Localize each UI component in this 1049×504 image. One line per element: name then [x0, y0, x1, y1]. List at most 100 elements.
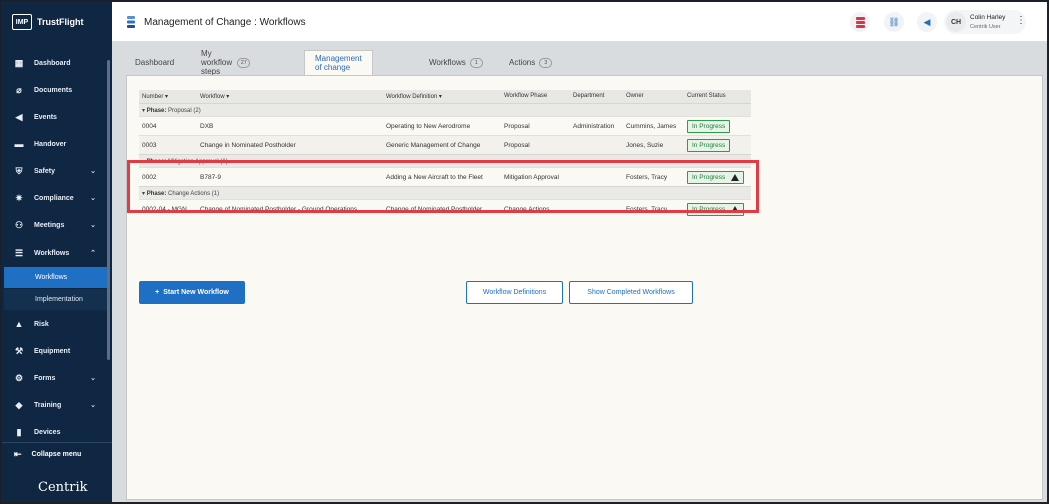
stack-alert-button[interactable] — [850, 12, 870, 32]
sidebar-item-label: Dashboard — [34, 59, 71, 67]
tab-workflows[interactable]: Workflows 1 — [429, 50, 483, 75]
table-row[interactable]: 0003 Change in Nominated Postholder Gene… — [139, 135, 751, 154]
workflow-definitions-button[interactable]: Workflow Definitions — [466, 281, 563, 304]
sidebar-item-label: Training — [34, 401, 62, 409]
column-header-definition[interactable]: Workflow Definition ▾ — [386, 93, 442, 100]
logo-mark: IMP — [12, 14, 32, 30]
sidebar-subitem-workflows[interactable]: Workflows — [4, 267, 107, 288]
column-header-status: Current Status — [687, 93, 726, 99]
sidebar-item-label: Safety — [34, 167, 56, 175]
status-badge: In Progress — [687, 120, 731, 133]
megaphone-icon: ◀ — [923, 16, 931, 27]
sidebar-item-equipment[interactable]: ⚒ Equipment — [2, 340, 108, 362]
sidebar-subitem-implementation[interactable]: Implementation — [4, 289, 107, 310]
user-menu[interactable]: CH Colin Harley Centrik User — [944, 10, 1026, 34]
megaphone-icon: ◀ — [15, 112, 23, 122]
logo-name: TrustFlight — [37, 17, 84, 27]
sidebar-item-forms[interactable]: ⚙ Forms ⌄ — [2, 367, 108, 389]
sidebar-item-dashboard[interactable]: ▦ Dashboard — [2, 52, 108, 74]
chevron-down-icon: ⌄ — [90, 195, 96, 202]
column-header-department: Department — [573, 93, 605, 99]
start-new-workflow-button[interactable]: + Start New Workflow — [139, 281, 245, 304]
sidebar-item-compliance[interactable]: ✷ Compliance ⌄ — [2, 187, 108, 209]
link-icon: ⛓ — [888, 16, 900, 27]
tab-count-badge: 27 — [237, 57, 251, 68]
chevron-down-icon: ⌄ — [90, 375, 96, 382]
sidebar-item-risk[interactable]: ▲ Risk — [2, 313, 108, 335]
meetings-icon: ⚇ — [14, 220, 24, 230]
paperclip-icon: ⌀ — [16, 85, 22, 95]
more-options-icon[interactable]: ⋮ — [1016, 15, 1026, 26]
sidebar-item-devices[interactable]: ▮ Devices — [2, 421, 108, 443]
column-header-phase: Workflow Phase — [504, 93, 548, 99]
workflows-icon — [127, 16, 135, 28]
stack-icon — [855, 16, 865, 28]
tab-panel: Number ▾ Workflow ▾ Workflow Definition … — [126, 75, 1043, 500]
collapse-menu-button[interactable]: ⇤ Collapse menu — [2, 442, 112, 466]
chevron-down-icon: ⌄ — [90, 402, 96, 409]
page-title: Management of Change : Workflows — [144, 17, 306, 28]
table-row[interactable]: 0004 DXB Operating to New Aerodrome Prop… — [139, 116, 751, 135]
column-header-number[interactable]: Number ▾ — [142, 93, 168, 100]
column-header-workflow[interactable]: Workflow ▾ — [200, 93, 229, 100]
sidebar-item-training[interactable]: ◆ Training ⌄ — [2, 394, 108, 416]
tab-management-of-change[interactable]: Management of change — [304, 50, 373, 75]
user-name: Colin Harley — [970, 14, 1006, 21]
link-button[interactable]: ⛓ — [884, 12, 904, 32]
main-content: Dashboard My workflow steps 27 Managemen… — [112, 42, 1047, 502]
show-completed-workflows-button[interactable]: Show Completed Workflows — [569, 281, 693, 304]
sidebar-item-label: Equipment — [34, 347, 71, 355]
centrik-logo: Centrik — [38, 480, 88, 495]
sidebar-item-workflows[interactable]: ☰ Workflows ⌃ — [2, 242, 108, 264]
graduation-cap-icon: ◆ — [15, 400, 23, 410]
compliance-icon: ✷ — [15, 193, 23, 203]
sidebar-item-label: Workflows — [34, 249, 70, 257]
tab-label: Workflows — [429, 58, 466, 67]
sidebar-item-label: Handover — [34, 140, 67, 148]
sidebar-item-label: Forms — [34, 374, 56, 382]
forms-icon: ⚙ — [14, 373, 24, 383]
sidebar-item-meetings[interactable]: ⚇ Meetings ⌄ — [2, 214, 108, 236]
sidebar-item-label: Risk — [34, 320, 49, 328]
announcements-button[interactable]: ◀ — [917, 12, 937, 32]
sidebar-item-safety[interactable]: ⛨ Safety ⌄ — [2, 160, 108, 182]
status-badge: In Progress — [687, 139, 731, 152]
handover-icon: ▬ — [14, 139, 24, 149]
dashboard-icon: ▦ — [14, 58, 24, 68]
chevron-down-icon: ⌄ — [90, 168, 96, 175]
workflows-icon: ☰ — [14, 248, 24, 258]
sidebar-item-label: Compliance — [34, 194, 74, 202]
sidebar-item-events[interactable]: ◀ Events — [2, 106, 108, 128]
column-header-owner: Owner — [626, 93, 644, 99]
sidebar-item-handover[interactable]: ▬ Handover — [2, 133, 108, 155]
sidebar-item-label: Meetings — [34, 221, 65, 229]
chevron-up-icon: ⌃ — [90, 250, 96, 257]
tab-actions[interactable]: Actions 3 — [509, 50, 553, 75]
chevron-down-icon: ⌄ — [90, 222, 96, 229]
app-window: IMP TrustFlight ▦ Dashboard ⌀ Documents … — [1, 1, 1048, 503]
wrench-icon: ⚒ — [14, 346, 24, 356]
phase-group-header[interactable]: ▾ Phase: Proposal (2) — [139, 103, 751, 116]
annotation-highlight-box — [127, 160, 759, 213]
tab-my-workflow-steps[interactable]: My workflow steps 27 — [201, 49, 251, 76]
tab-count-badge: 3 — [539, 57, 553, 68]
tab-count-badge: 1 — [469, 57, 483, 68]
devices-icon: ▮ — [16, 427, 22, 437]
logo[interactable]: IMP TrustFlight — [12, 14, 84, 30]
sidebar-item-label: Documents — [34, 86, 73, 94]
collapse-menu-label: Collapse menu — [31, 451, 82, 458]
shield-icon: ⛨ — [15, 166, 23, 176]
collapse-icon: ⇤ — [14, 449, 22, 459]
sidebar-item-documents[interactable]: ⌀ Documents — [2, 79, 108, 101]
tab-dashboard[interactable]: Dashboard — [135, 50, 174, 75]
sidebar-item-label: Events — [34, 113, 57, 121]
tab-label: Actions — [509, 58, 536, 67]
sidebar: IMP TrustFlight ▦ Dashboard ⌀ Documents … — [2, 2, 112, 502]
tab-label: Management of change — [315, 54, 362, 72]
plus-icon: + — [155, 289, 160, 296]
tab-label: My workflow steps — [201, 49, 233, 76]
avatar: CH — [946, 12, 966, 32]
sidebar-item-label: Devices — [34, 428, 61, 436]
top-header: Management of Change : Workflows ⛓ ◀ CH … — [112, 2, 1047, 42]
tab-label: Dashboard — [135, 58, 175, 67]
